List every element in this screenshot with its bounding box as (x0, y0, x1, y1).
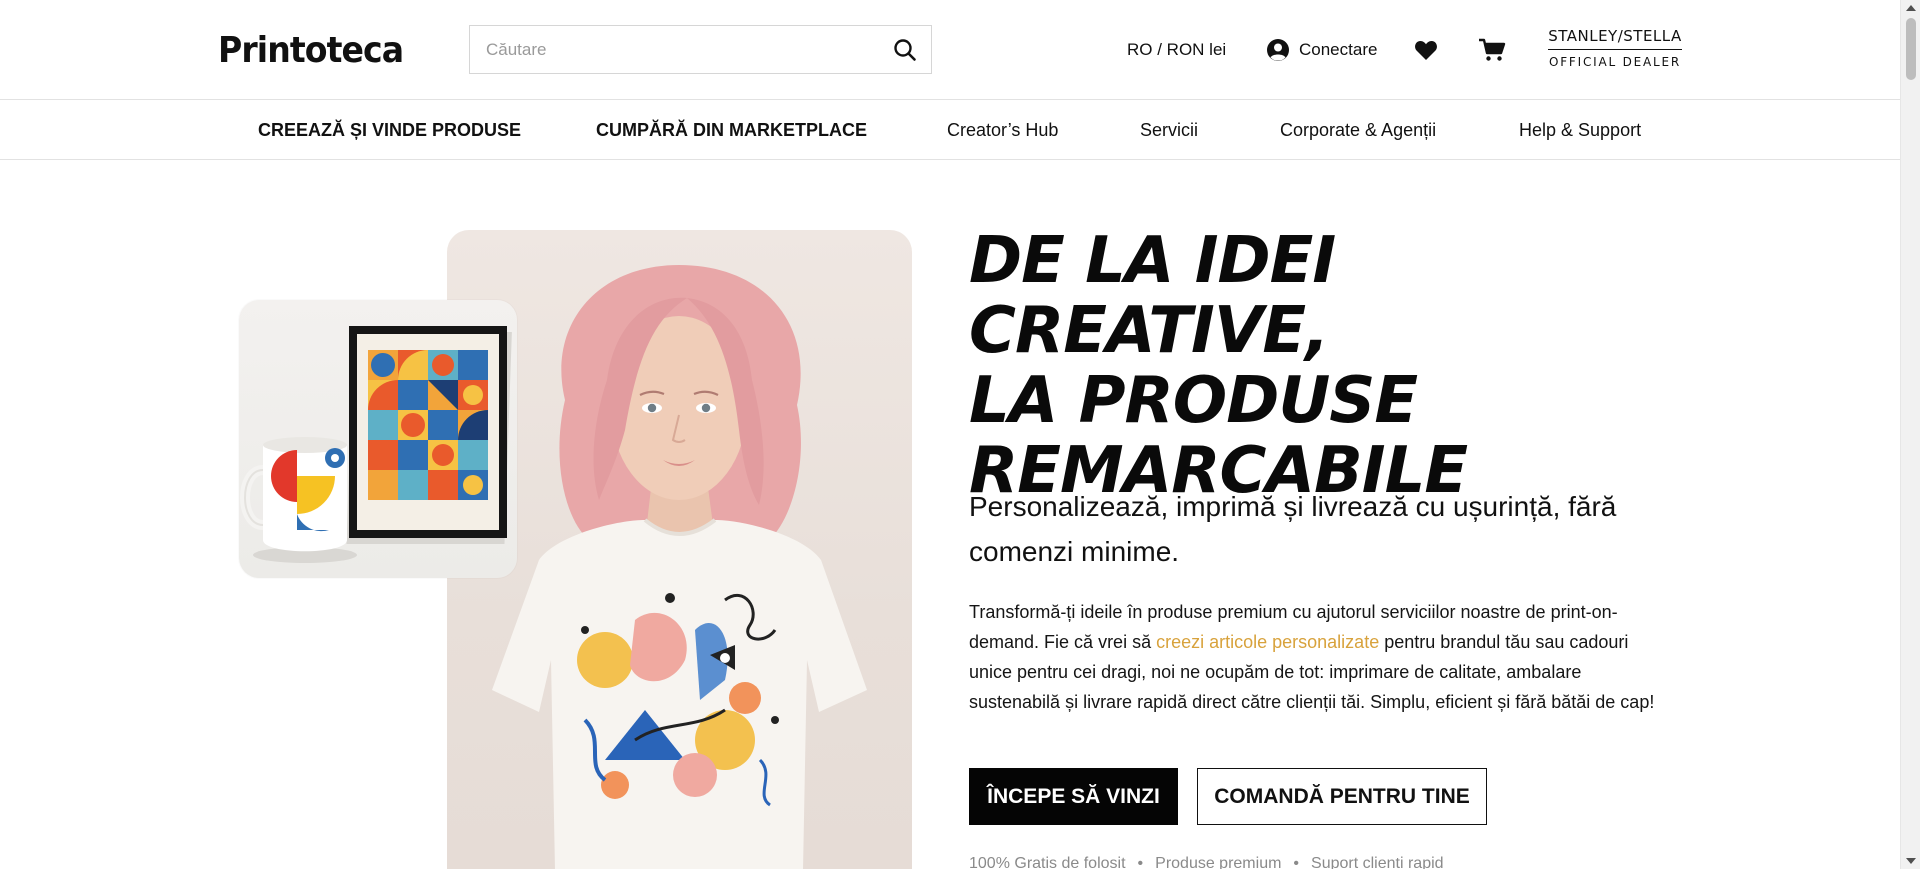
nav-item-help[interactable]: Help & Support (1519, 120, 1641, 141)
cart-icon[interactable] (1478, 38, 1506, 62)
nav-item-corporate[interactable]: Corporate & Agenții (1280, 120, 1436, 141)
main-nav: CREEAZĂ ȘI VINDE PRODUSE CUMPĂRĂ DIN MAR… (0, 100, 1900, 160)
login-link[interactable]: Conectare (1266, 38, 1377, 62)
hero-title-line-2: LA PRODUSE (969, 364, 1418, 438)
mug-and-frame-illustration (240, 326, 512, 563)
personalized-items-link[interactable]: creezi articole personalizate (1156, 632, 1379, 652)
scroll-up-arrow-icon[interactable] (1906, 5, 1916, 11)
perk-support: Suport clienți rapid (1311, 855, 1444, 869)
perk-separator: • (1293, 855, 1300, 869)
site-header: Printoteca RO / RON lei Conectare STANLE… (0, 0, 1900, 100)
perk-free: 100% Gratis de folosit (969, 855, 1126, 869)
dealer-tag: OFFICIAL DEALER (1548, 55, 1682, 69)
scroll-down-arrow-icon[interactable] (1906, 858, 1916, 864)
scrollbar-thumb[interactable] (1906, 18, 1916, 80)
order-for-yourself-button[interactable]: COMANDĂ PENTRU TINE (1197, 768, 1487, 825)
nav-item-services[interactable]: Servicii (1140, 120, 1198, 141)
stanley-stella-dealer-badge[interactable]: STANLEY/STELLA OFFICIAL DEALER (1548, 27, 1682, 69)
nav-item-marketplace[interactable]: CUMPĂRĂ DIN MARKETPLACE (596, 120, 867, 141)
search-box (469, 25, 932, 74)
perk-premium: Produse premium (1155, 855, 1282, 869)
login-label: Conectare (1299, 40, 1378, 59)
dealer-brand: STANLEY/STELLA (1548, 27, 1682, 50)
hero-perks: 100% Gratis de folosit • Produse premium • S… (969, 855, 1444, 869)
logo[interactable]: Printoteca (218, 30, 404, 71)
perk-separator: • (1137, 855, 1144, 869)
hero-title: DE LA IDEI CREATIVE, LA PRODUSE REMARCAB… (969, 226, 1689, 506)
start-selling-button[interactable]: ÎNCEPE SĂ VINZI (969, 768, 1178, 825)
hero-description: Transformă-ți ideile în produse premium … (969, 597, 1669, 717)
hero-subtitle: Personalizează, imprimă și livrează cu u… (969, 491, 1617, 567)
user-circle-icon (1267, 39, 1289, 61)
nav-item-create-sell[interactable]: CREEAZĂ ȘI VINDE PRODUSE (258, 120, 521, 141)
heart-icon[interactable] (1414, 39, 1438, 61)
hero-products-photo (239, 300, 517, 578)
nav-item-creators-hub[interactable]: Creator’s Hub (947, 120, 1058, 141)
locale-currency-selector[interactable]: RO / RON lei (1127, 40, 1226, 60)
search-input[interactable] (486, 26, 866, 73)
hero-title-line-1: DE LA IDEI CREATIVE, (969, 224, 1336, 368)
page-scrollbar[interactable] (1900, 0, 1920, 869)
search-icon[interactable] (893, 38, 917, 62)
